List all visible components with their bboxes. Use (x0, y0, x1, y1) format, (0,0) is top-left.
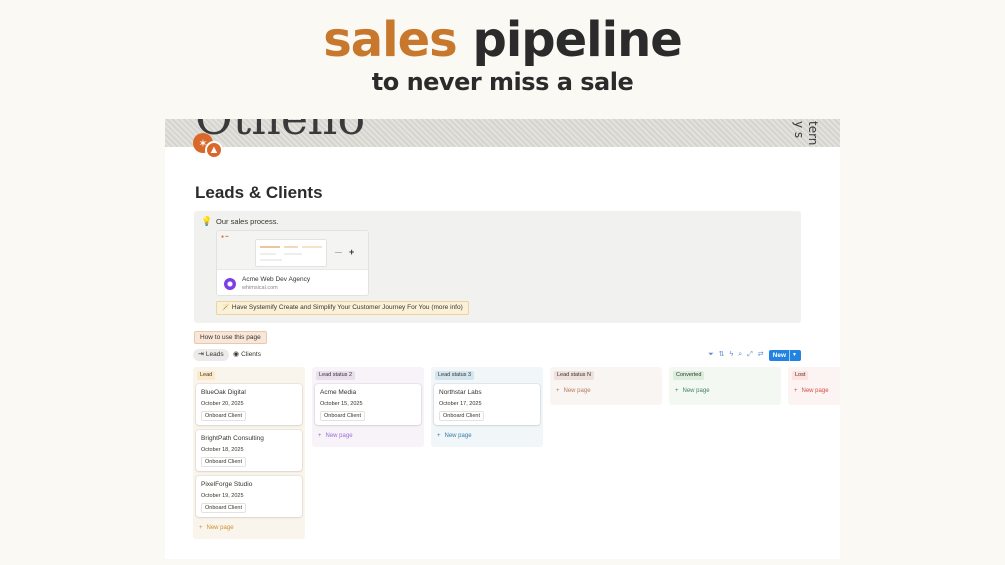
promo-title: sales pipeline (0, 12, 1005, 68)
new-page-label: New page (563, 388, 591, 394)
onboard-client-button[interactable]: Onboard Client (320, 411, 365, 421)
column-status-tag[interactable]: Lead status 3 (435, 371, 475, 380)
card-title: Northstar Labs (439, 389, 482, 396)
new-page-label: New page (206, 525, 234, 531)
new-button[interactable]: New ▼ (768, 349, 801, 361)
target-icon: ◉ (233, 351, 240, 358)
bookmark-url: whimsical.com (242, 285, 278, 291)
new-page-button[interactable]: + New page (794, 388, 829, 394)
new-page-label: New page (325, 433, 353, 439)
board-column: Lead status 2 Acme Media October 15, 2025 O… (312, 367, 424, 447)
plus-icon: + (675, 388, 679, 394)
onboard-client-button[interactable]: Onboard Client (201, 457, 246, 467)
card-date: October 17, 2025 (439, 401, 482, 407)
board-card[interactable]: BlueOak Digital October 20, 2025 Onboard C… (196, 384, 302, 425)
sign-in-icon: ⇥ (198, 351, 204, 358)
bookmark-card[interactable]: ● ━ — + Acme Web Dev Agency whimsical.co… (216, 230, 369, 296)
card-title: Acme Media (320, 389, 357, 396)
new-page-label: New page (682, 388, 710, 394)
callout: 💡 Our sales process. ● ━ — + Acme Web De… (194, 211, 801, 323)
plus-icon: + (349, 247, 355, 257)
minus-icon: — (335, 249, 342, 256)
board-column: Lead status 3 Northstar Labs October 17, 2… (431, 367, 543, 447)
tab-clients[interactable]: ◉ Clients (228, 349, 266, 361)
expand-icon[interactable]: ⤢ (747, 349, 753, 361)
promo-subtitle: to never miss a sale (371, 68, 634, 96)
card-title: BrightPath Consulting (201, 435, 264, 442)
bookmark-preview: ● ━ — + (217, 231, 368, 270)
promo-title-rest: pipeline (472, 12, 682, 68)
new-page-button[interactable]: + New page (675, 388, 710, 394)
page-cover[interactable]: Othello tern y s (165, 119, 840, 147)
tab-label: Leads (205, 351, 224, 358)
new-button-label: New (772, 351, 787, 359)
new-page-label: New page (801, 388, 829, 394)
tab-leads[interactable]: ⇥ Leads (193, 349, 229, 361)
whimsical-logo-icon (224, 278, 236, 290)
new-page-button[interactable]: + New page (556, 388, 591, 394)
plus-icon: + (437, 433, 441, 439)
filter-icon[interactable]: ⏷ (708, 349, 714, 361)
page-title: Leads & Clients (195, 183, 323, 202)
cover-text-right: tern y s (792, 121, 820, 146)
card-date: October 19, 2025 (201, 493, 244, 499)
how-to-use-button[interactable]: How to use this page (194, 331, 267, 344)
board-card[interactable]: Acme Media October 15, 2025 Onboard Client (315, 384, 421, 425)
board-card[interactable]: BrightPath Consulting October 18, 2025 Onb… (196, 430, 302, 471)
board-card[interactable]: Northstar Labs October 17, 2025 Onboard Cl… (434, 384, 540, 425)
plus-icon: + (199, 525, 203, 531)
view-toolbar: ⏷ ⇅ ϟ ⌕ ⤢ ⇄ New ▼ (708, 349, 801, 361)
onboard-client-button[interactable]: Onboard Client (201, 503, 246, 513)
column-status-tag[interactable]: Converted (673, 371, 705, 380)
column-status-tag[interactable]: Lead status N (554, 371, 594, 380)
chevron-down-icon[interactable]: ▼ (789, 349, 797, 361)
column-status-tag[interactable]: Lead status 2 (316, 371, 356, 380)
column-status-tag[interactable]: Lead (197, 371, 216, 380)
card-title: BlueOak Digital (201, 389, 246, 396)
sort-icon[interactable]: ⇅ (719, 349, 725, 361)
new-page-button[interactable]: + New page (318, 433, 353, 439)
preview-board (255, 239, 327, 267)
systemify-button[interactable]: 🪄 Have Systemify Create and Simplify You… (216, 301, 469, 315)
plus-icon: + (794, 388, 798, 394)
board-card[interactable]: PixelForge Studio October 19, 2025 Onboard… (196, 476, 302, 517)
onboard-client-button[interactable]: Onboard Client (439, 411, 484, 421)
lightning-icon[interactable]: ϟ (730, 349, 734, 361)
card-date: October 18, 2025 (201, 447, 244, 453)
board-column: Lead BlueOak Digital October 20, 2025 Onboa… (193, 367, 305, 539)
card-date: October 15, 2025 (320, 401, 363, 407)
notion-page: Othello tern y s ✶ ▲ Leads & Clients 💡 O… (165, 119, 840, 559)
column-status-tag[interactable]: Lost (792, 371, 809, 380)
upload-icon: ▲ (205, 141, 223, 159)
bookmark-title: Acme Web Dev Agency (242, 276, 311, 283)
tab-label: Clients (241, 351, 261, 358)
search-icon[interactable]: ⌕ (738, 349, 742, 361)
board-column: Lost + New page (788, 367, 840, 405)
callout-text: Our sales process. (216, 217, 279, 226)
preview-dot-icon: ● ━ (221, 234, 229, 240)
page-icon[interactable]: ✶ ▲ (193, 133, 225, 159)
plus-icon: + (556, 388, 560, 394)
board-column: Converted + New page (669, 367, 781, 405)
onboard-client-button[interactable]: Onboard Client (201, 411, 246, 421)
new-page-label: New page (444, 433, 472, 439)
promo-title-accent: sales (323, 12, 458, 68)
new-page-button[interactable]: + New page (437, 433, 472, 439)
card-date: October 20, 2025 (201, 401, 244, 407)
plus-icon: + (318, 433, 322, 439)
new-page-button[interactable]: + New page (199, 525, 234, 531)
settings-icon[interactable]: ⇄ (758, 349, 764, 361)
lightbulb-icon: 💡 (201, 216, 213, 226)
board-column: Lead status N + New page (550, 367, 662, 405)
card-title: PixelForge Studio (201, 481, 253, 488)
